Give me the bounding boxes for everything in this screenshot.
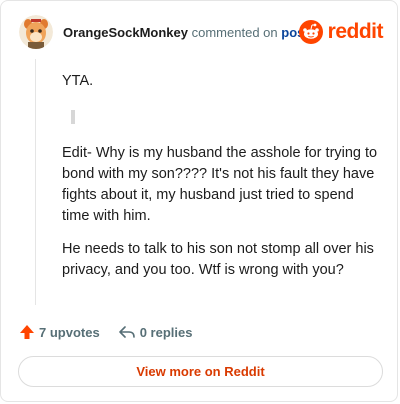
replies-count: 0 replies [139, 324, 193, 340]
comment-paragraph: YTA. [62, 73, 94, 89]
reply-button[interactable]: 0 replies [118, 324, 193, 340]
comment-meta: OrangeSockMonkey commented on post [63, 25, 309, 40]
user-avatar[interactable] [19, 15, 53, 49]
view-more-button[interactable]: View more on Reddit [18, 356, 383, 387]
thread-line [35, 59, 36, 305]
reddit-wordmark: reddit [327, 20, 384, 43]
comment-actions: 7 upvotes 0 replies [19, 321, 192, 343]
comment-body: YTA. Edit- Why is my husband the asshole… [62, 71, 382, 281]
upvote-arrow-icon [20, 325, 34, 339]
upvotes-count: 7 upvotes [39, 324, 100, 340]
username-link[interactable]: OrangeSockMonkey [63, 25, 188, 40]
spoiler-block [71, 110, 75, 124]
comment-paragraph: Edit- Why is my husband the asshole for … [62, 145, 378, 224]
reddit-logo[interactable]: reddit [298, 19, 384, 45]
action-text: commented on [191, 25, 278, 40]
comment-paragraph: He needs to talk to his son not stomp al… [62, 241, 374, 278]
reply-arrow-icon [118, 326, 135, 338]
avatar-icon [19, 15, 53, 49]
upvote-button[interactable]: 7 upvotes [19, 324, 100, 340]
reddit-logo-icon [298, 20, 323, 44]
embedded-comment-card: OrangeSockMonkey commented on post reddi… [0, 0, 398, 402]
comment-header: OrangeSockMonkey commented on post reddi… [19, 15, 384, 53]
